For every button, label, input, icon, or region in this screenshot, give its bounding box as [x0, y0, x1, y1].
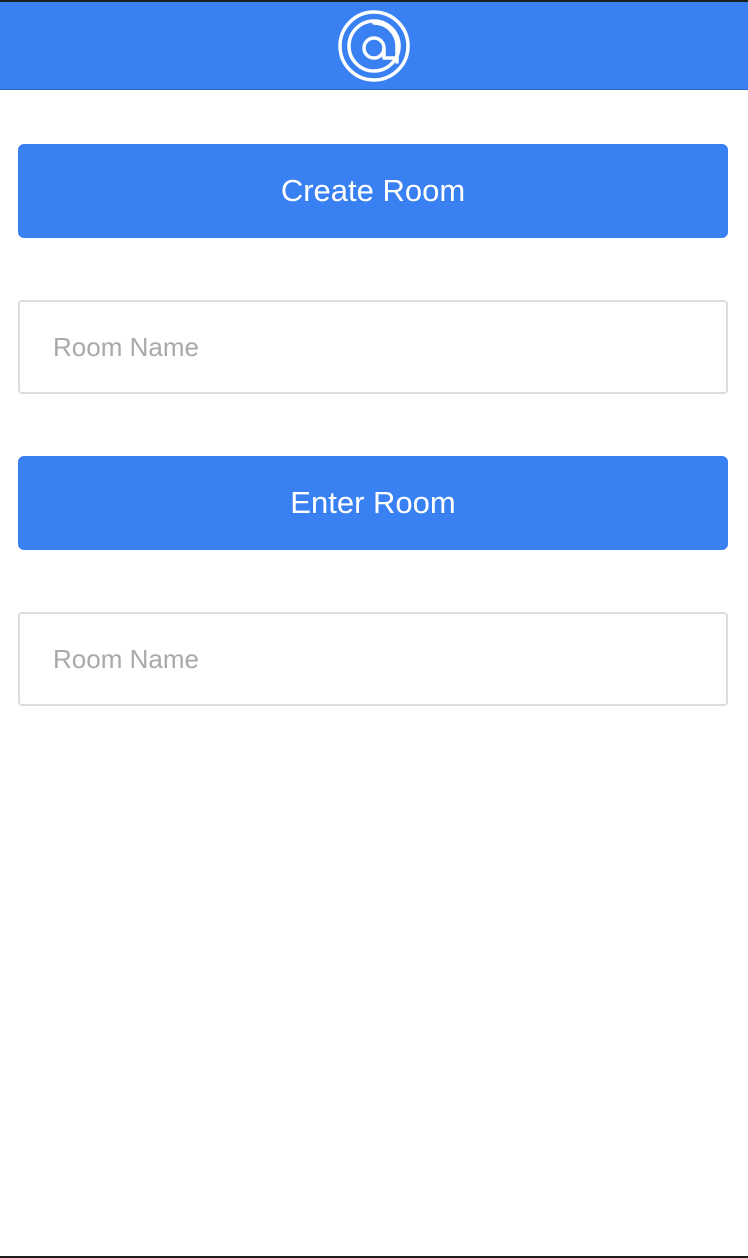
- create-room-name-input[interactable]: [18, 300, 728, 394]
- at-sign-logo-icon: [338, 9, 410, 82]
- create-room-button[interactable]: Create Room: [18, 144, 728, 238]
- enter-room-button[interactable]: Enter Room: [18, 456, 728, 550]
- app-screen: Create Room Enter Room: [0, 0, 748, 1258]
- enter-room-name-input[interactable]: [18, 612, 728, 706]
- app-header: [0, 2, 748, 90]
